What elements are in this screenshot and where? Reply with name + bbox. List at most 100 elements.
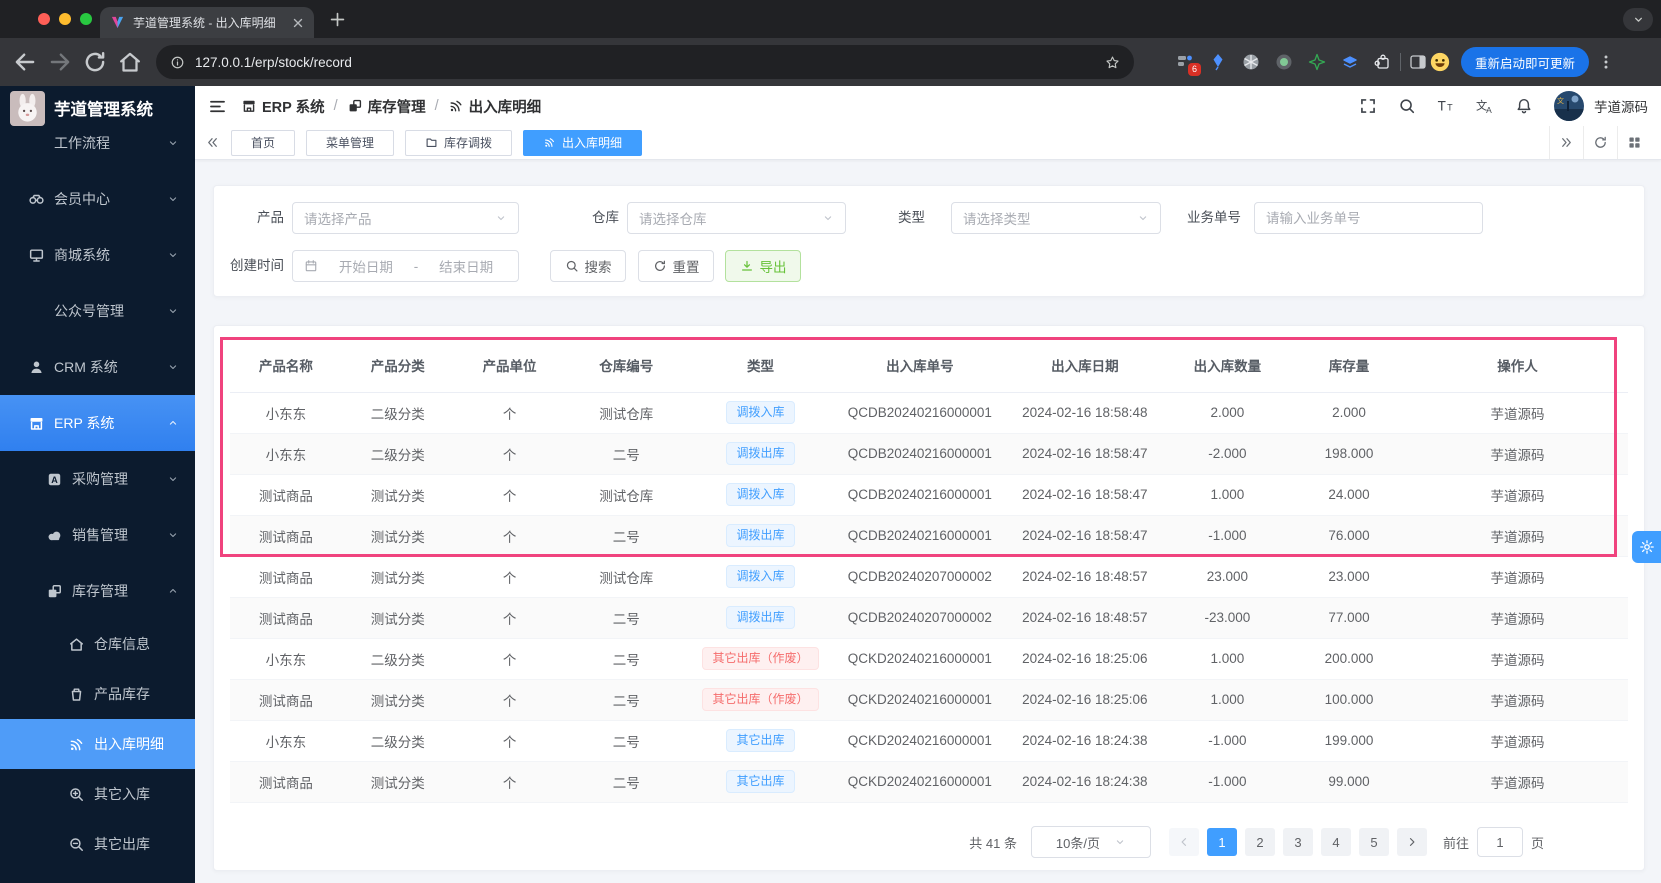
breadcrumb-item-stock-record[interactable]: 出入库明细: [448, 96, 541, 117]
url-bar[interactable]: 127.0.0.1/erp/stock/record: [156, 45, 1134, 79]
chevron-down-icon: [167, 473, 179, 485]
cell-stock: 24.000: [1291, 474, 1408, 516]
browser-menu-icon[interactable]: [1597, 53, 1615, 71]
sidebar-item-warehouse-info[interactable]: 仓库信息: [0, 619, 195, 669]
new-tab-button[interactable]: [328, 10, 347, 29]
cell-operator: 芋道源码: [1407, 761, 1628, 803]
tags-scroll-left-icon[interactable]: [205, 135, 220, 150]
bizno-input[interactable]: [1266, 210, 1471, 226]
gray-wheel-extension-icon[interactable]: [1240, 51, 1262, 73]
breadcrumb-item-stock-mgmt[interactable]: 库存管理: [347, 96, 426, 117]
search-button[interactable]: 搜索: [550, 250, 626, 282]
table-row[interactable]: 小东东 二级分类个测试仓库 调拨入库 QCDB20240216000001 2024-0…: [230, 392, 1628, 434]
sidebar-item-mall-system[interactable]: 商城系统: [0, 227, 195, 283]
table-row[interactable]: 测试商品 测试分类个二号 其它出库（作废） QCKD20240216000001 202…: [230, 679, 1628, 721]
stock-out-icon: [68, 836, 85, 853]
close-window-button[interactable]: [38, 13, 50, 25]
collapse-menu-icon[interactable]: [208, 97, 227, 116]
export-button-label: 导出: [759, 260, 787, 275]
sidebar-item-erp-system[interactable]: ERP 系统: [0, 395, 195, 451]
export-button[interactable]: 导出: [725, 250, 801, 282]
reset-button[interactable]: 重置: [638, 250, 714, 282]
product-select[interactable]: 请选择产品: [292, 202, 519, 234]
browser-tab[interactable]: 芋道管理系统 - 出入库明细: [100, 7, 314, 38]
home-icon[interactable]: [117, 49, 143, 75]
refresh-page-icon[interactable]: [1583, 126, 1617, 159]
type-select[interactable]: 请选择类型: [951, 202, 1161, 234]
product-placeholder: 请选择产品: [304, 212, 372, 227]
bookmark-star-icon[interactable]: [1105, 55, 1120, 70]
green-star-extension-icon[interactable]: [1306, 51, 1328, 73]
next-page-button[interactable]: [1396, 828, 1427, 856]
search-icon[interactable]: [1398, 97, 1416, 115]
date-range-picker[interactable]: 开始日期 - 结束日期: [292, 250, 519, 282]
sidebar-item-member-center[interactable]: 会员中心: [0, 171, 195, 227]
layers-extension-icon[interactable]: [1339, 51, 1361, 73]
page-button-3[interactable]: 3: [1282, 828, 1313, 856]
breadcrumb-item-erp-system[interactable]: ERP 系统: [241, 96, 325, 117]
sidebar-item-stock-record[interactable]: 出入库明细: [0, 719, 195, 769]
table-row[interactable]: 测试商品 测试分类个二号 调拨出库 QCDB20240216000001 2024-02…: [230, 515, 1628, 557]
sidebar-item-purchase-mgmt[interactable]: A 采购管理: [0, 451, 195, 507]
extensions-puzzle-icon[interactable]: [1372, 51, 1394, 73]
cell-unit: 个: [453, 679, 566, 721]
layout-grid-icon[interactable]: [1617, 126, 1651, 159]
sidebar-item-crm-system[interactable]: CRM 系统: [0, 339, 195, 395]
tab-home[interactable]: 首页: [231, 129, 296, 156]
page-button-5[interactable]: 5: [1358, 828, 1389, 856]
page-size-select[interactable]: 10条/页: [1030, 826, 1151, 858]
sidebar-item-stock-mgmt[interactable]: 库存管理: [0, 563, 195, 619]
page-button-4[interactable]: 4: [1320, 828, 1351, 856]
page-button-2[interactable]: 2: [1244, 828, 1275, 856]
username[interactable]: 芋道源码: [1594, 96, 1648, 116]
sidebar-item-other-stock-in[interactable]: 其它入库: [0, 769, 195, 819]
back-icon[interactable]: [12, 49, 38, 75]
table-row[interactable]: 测试商品 测试分类个测试仓库 调拨入库 QCDB20240207000002 2024-…: [230, 556, 1628, 598]
cell-qty: -2.000: [1163, 433, 1292, 475]
tab-stock-record[interactable]: 出入库明细: [523, 129, 643, 156]
warehouse-select[interactable]: 请选择仓库: [627, 202, 846, 234]
green-dot-extension-icon[interactable]: [1273, 51, 1295, 73]
restart-update-button[interactable]: 重新启动即可更新: [1461, 47, 1590, 77]
chevron-down-icon: [167, 305, 179, 317]
table-row[interactable]: 小东东 二级分类个二号 其它出库 QCKD20240216000001 2024-02-…: [230, 720, 1628, 762]
forward-icon[interactable]: [47, 49, 73, 75]
sidebar-item-sales-mgmt[interactable]: 销售管理: [0, 507, 195, 563]
sidebar-item-official-account[interactable]: 公众号管理: [0, 283, 195, 339]
tab-stock-move[interactable]: 库存调拨: [405, 129, 513, 156]
sidebar-item-other-stock-out[interactable]: 其它出库: [0, 819, 195, 869]
user-avatar[interactable]: 文: [1554, 91, 1584, 121]
side-panel-icon[interactable]: [1407, 51, 1429, 73]
translate-icon[interactable]: 文A: [1476, 97, 1494, 115]
minimize-window-button[interactable]: [59, 13, 71, 25]
table-row[interactable]: 小东东 二级分类个二号 其它出库（作废） QCKD20240216000001 2024…: [230, 638, 1628, 680]
sidebar: 工作流程 会员中心 商城系统 公众号管理 CRM 系统 ERP 系统 A 采购管理 销售管理 库存…: [0, 86, 195, 883]
cell-order_no: QCDB20240216000001: [833, 433, 1006, 475]
table-row[interactable]: 测试商品 测试分类个二号 调拨出库 QCDB20240207000002 2024-02…: [230, 597, 1628, 639]
reload-icon[interactable]: [82, 49, 108, 75]
table-row[interactable]: 测试商品 测试分类个二号 其它出库 QCKD20240216000001 2024-02…: [230, 761, 1628, 803]
goto-suffix: 页: [1530, 835, 1544, 851]
goto-page-input[interactable]: [1476, 827, 1523, 857]
page-button-1[interactable]: 1: [1206, 828, 1237, 856]
profile-emoji-avatar[interactable]: [1429, 51, 1451, 73]
table-row[interactable]: 测试商品 测试分类个测试仓库 调拨入库 QCDB20240216000001 2024-…: [230, 474, 1628, 516]
column-header: 产品名称: [230, 338, 342, 393]
maximize-window-button[interactable]: [80, 13, 92, 25]
bell-icon[interactable]: [1515, 97, 1533, 115]
tab-menu-mgmt[interactable]: 菜单管理: [306, 129, 395, 156]
table-row[interactable]: 小东东 二级分类个二号 调拨出库 QCDB20240216000001 2024-02-…: [230, 433, 1628, 475]
tab-search-button[interactable]: [1623, 8, 1653, 31]
tab-close-icon[interactable]: [290, 15, 306, 31]
prev-page-button[interactable]: [1168, 828, 1199, 856]
bizno-field[interactable]: [1254, 202, 1483, 234]
logo-row[interactable]: 芋道管理系统: [0, 86, 195, 130]
sidebar-item-product-stock[interactable]: 产品库存: [0, 669, 195, 719]
font-size-icon[interactable]: TT: [1437, 97, 1455, 115]
settings-fab[interactable]: [1632, 531, 1661, 563]
extension-with-badge-icon[interactable]: 6: [1174, 51, 1201, 76]
kite-extension-icon[interactable]: [1207, 51, 1229, 73]
tags-scroll-right-icon[interactable]: [1549, 126, 1583, 159]
fullscreen-icon[interactable]: [1359, 97, 1377, 115]
site-info-icon[interactable]: [170, 55, 185, 70]
